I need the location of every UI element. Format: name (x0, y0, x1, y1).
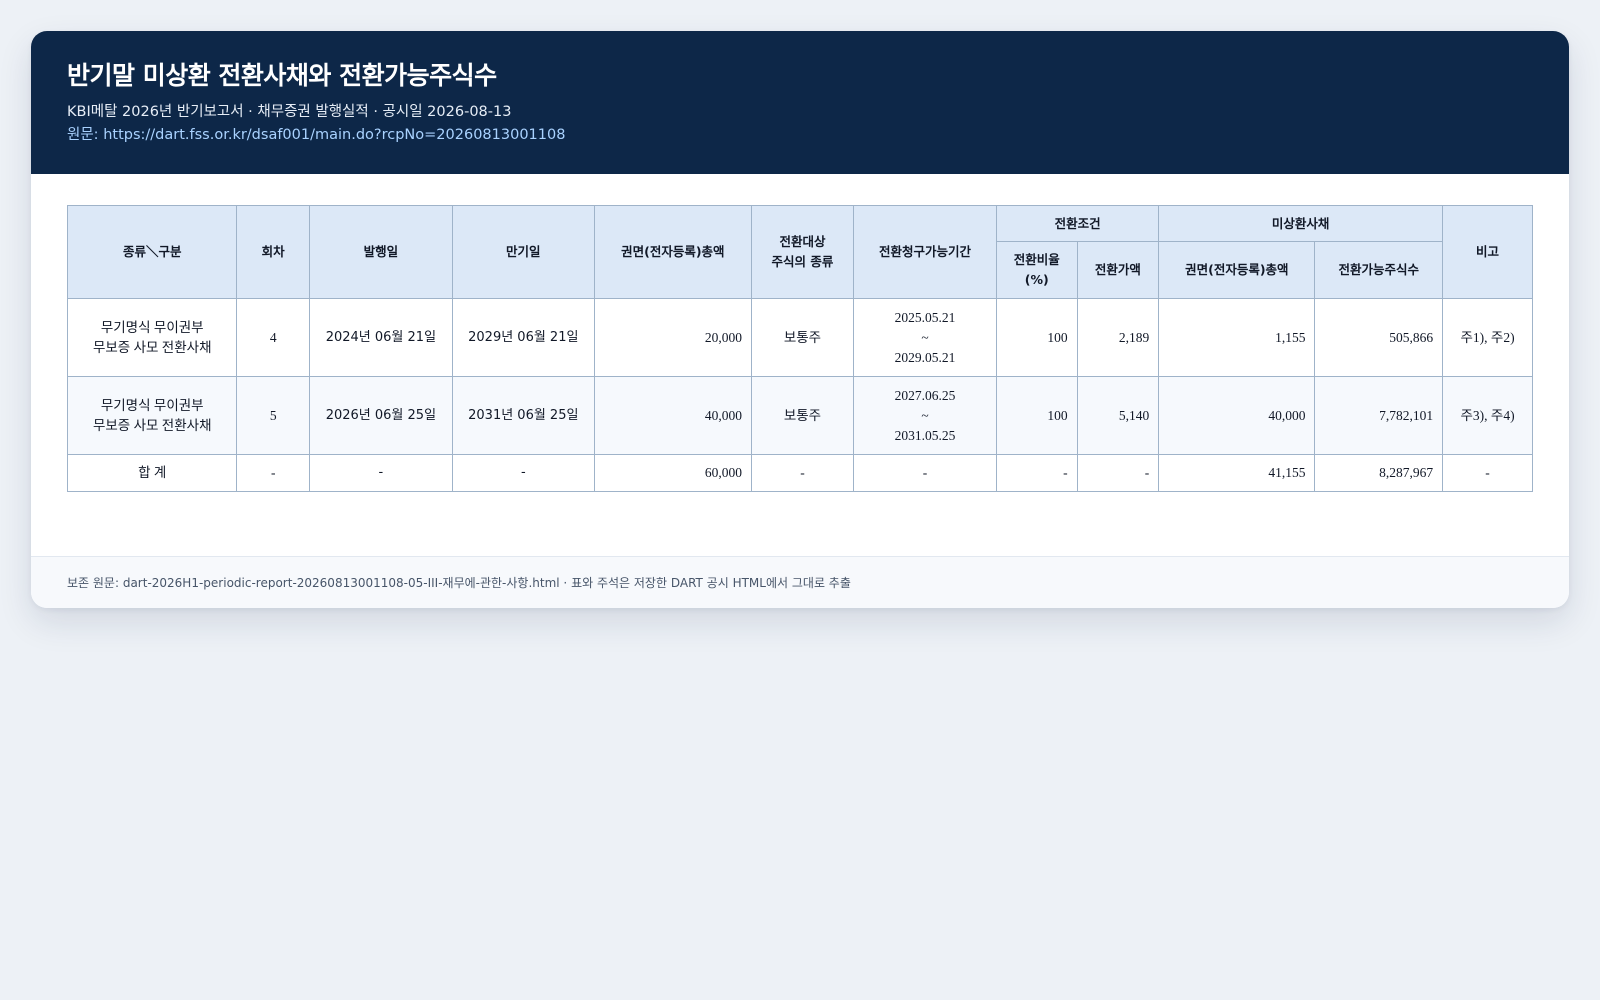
total-price: - (1076, 454, 1160, 492)
table-row: 무기명식 무이권부무보증 사모 전환사채 5 2026년 06월 25일 203… (66, 376, 1533, 455)
cell-type-line2: 무보증 사모 전환사채 (92, 417, 212, 433)
header-row-1: 종류＼구분 회차 발행일 만기일 권면(전자등록)총액 전환대상주식의 종류 전… (66, 205, 1533, 299)
cell-period: 2025.05.21 ~2029.05.21 (853, 298, 997, 377)
total-label: 합 계 (66, 454, 238, 492)
source-prefix: 원문: (67, 127, 104, 143)
cell-issue-date: 2024년 06월 21일 (308, 298, 453, 377)
source-line: 원문: https://dart.fss.or.kr/dsaf001/main.… (67, 125, 1533, 145)
table-body: 무기명식 무이권부 무보증 사모 전환사채 4 2024년 06월 21일 202… (66, 298, 1533, 492)
cell-target-stock: 보통주 (750, 376, 855, 455)
cell-type-line1: 무기명식 무이권부 (100, 397, 204, 413)
cell-ratio: 100 (995, 298, 1078, 377)
page-subtitle: KBI메탈 2026년 반기보고서 · 채무증권 발행실적 · 공시일 2026… (67, 104, 512, 120)
total-issue-date: - (308, 454, 453, 492)
report-card: 반기말 미상환 전환사채와 전환가능주식수 KBI메탈 2026년 반기보고서 … (31, 31, 1569, 608)
cell-issue-date: 2026년 06월 25일 (308, 376, 453, 455)
cell-maturity: 2029년 06월 21일 (451, 298, 595, 377)
cell-period-start: 2025.05.21 (894, 309, 956, 325)
header-face-total: 권면(전자등록)총액 (593, 205, 752, 299)
header-ratio-line1: 전환비율 (1013, 252, 1060, 267)
report-header: 반기말 미상환 전환사채와 전환가능주식수 KBI메탈 2026년 반기보고서 … (31, 31, 1569, 174)
header-maturity: 만기일 (451, 205, 595, 299)
cell-period: 2027.06.25 ~2031.05.25 (853, 376, 997, 455)
header-type: 종류＼구분 (66, 205, 238, 299)
total-target-stock: - (750, 454, 855, 492)
total-period: - (853, 454, 997, 492)
page-title: 반기말 미상환 전환사채와 전환가능주식수 (67, 61, 497, 90)
cell-period-start: 2027.06.25 (894, 387, 956, 403)
total-unredeemed-face: 41,155 (1158, 454, 1316, 492)
cell-round: 4 (236, 298, 310, 377)
total-convertible-shares: 8,287,967 (1314, 454, 1444, 492)
cell-type-line1: 무기명식 무이권부 (100, 319, 204, 335)
cell-price: 2,189 (1076, 298, 1160, 377)
cell-type: 무기명식 무이권부무보증 사모 전환사채 (66, 298, 238, 377)
header-unredeemed-group: 미상환사채 (1158, 205, 1444, 242)
cell-note: 주1), 주2) (1442, 298, 1533, 377)
total-maturity: - (451, 454, 595, 492)
source-link[interactable]: https://dart.fss.or.kr/dsaf001/main.do?r… (103, 127, 565, 143)
header-ratio: 전환비율 (%) (995, 241, 1078, 299)
header-unredeemed-face: 권면(전자등록)총액 (1158, 241, 1316, 299)
header-target-stock-line2: 주식의 종류 (771, 254, 834, 269)
header-ratio-line2: (%) (1024, 272, 1049, 287)
convertible-bond-table: 종류＼구분 회차 발행일 만기일 권면(전자등록)총액 전환대상주식의 종류 전… (66, 205, 1533, 492)
cell-type: 무기명식 무이권부무보증 사모 전환사채 (66, 376, 238, 455)
header-conditions-group: 전환조건 (995, 205, 1160, 242)
header-target-stock: 전환대상주식의 종류 (750, 205, 855, 299)
table-header: 종류＼구분 회차 발행일 만기일 권면(전자등록)총액 전환대상주식의 종류 전… (66, 205, 1533, 299)
table-row: 무기명식 무이권부무보증 사모 전환사채 4 2024년 06월 21일 202… (66, 298, 1533, 377)
cell-price: 5,140 (1076, 376, 1160, 455)
table-container: 종류＼구분 회차 발행일 만기일 권면(전자등록)총액 전환대상주식의 종류 전… (31, 174, 1569, 534)
total-round: - (236, 454, 310, 492)
cell-unredeemed-face: 40,000 (1158, 376, 1316, 455)
cell-face-total: 40,000 (593, 376, 752, 455)
cell-period-end: 2031.05.25 (894, 427, 956, 443)
cell-period-sep: ~ (921, 407, 929, 423)
total-ratio: - (995, 454, 1078, 492)
total-face-total: 60,000 (593, 454, 752, 492)
cell-convertible-shares: 7,782,101 (1314, 376, 1444, 455)
cell-note: 주3), 주4) (1442, 376, 1533, 455)
cell-period-sep: ~ (921, 329, 929, 345)
cell-target-stock: 보통주 (750, 298, 855, 377)
cell-round: 5 (236, 376, 310, 455)
header-price: 전환가액 (1076, 241, 1160, 299)
cell-maturity: 2031년 06월 25일 (451, 376, 595, 455)
cell-face-total: 20,000 (593, 298, 752, 377)
footer-note: 보존 원문: dart-2026H1-periodic-report-20260… (31, 556, 1569, 608)
table-total-row: 합 계 - - - 60,000 - - - - 41,155 8,287,96… (66, 454, 1533, 492)
header-round: 회차 (236, 205, 310, 299)
header-target-stock-line1: 전환대상 (779, 234, 826, 249)
cell-type-line2: 무보증 사모 전환사채 (92, 339, 212, 355)
cell-ratio: 100 (995, 376, 1078, 455)
cell-convertible-shares: 505,866 (1314, 298, 1444, 377)
header-note: 비고 (1442, 205, 1533, 299)
header-convertible-shares: 전환가능주식수 (1314, 241, 1444, 299)
cell-unredeemed-face: 1,155 (1158, 298, 1316, 377)
header-period: 전환청구가능기간 (853, 205, 997, 299)
total-note: - (1442, 454, 1533, 492)
header-issue-date: 발행일 (308, 205, 453, 299)
cell-period-end: 2029.05.21 (894, 349, 956, 365)
